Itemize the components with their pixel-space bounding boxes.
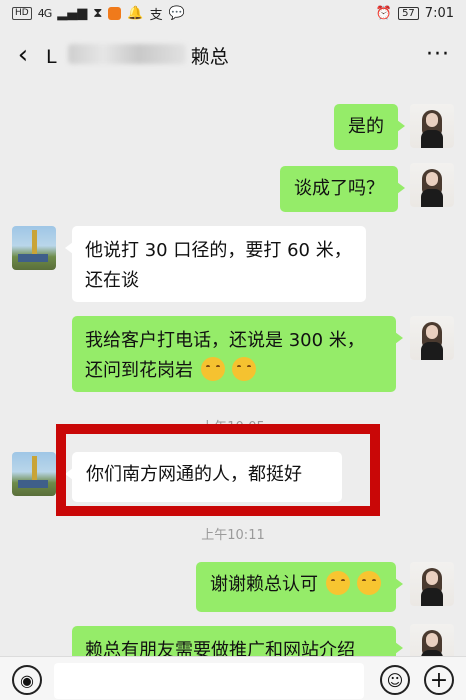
- voice-icon[interactable]: ◉: [12, 665, 42, 695]
- message-text-line: 还问到花岗岩: [85, 360, 193, 381]
- message-text-line: 我给客户打电话，还说是 300 米，: [85, 330, 365, 351]
- alipay-icon: 支: [149, 7, 163, 23]
- timestamp: 上午10:11: [201, 528, 265, 543]
- my-avatar[interactable]: [410, 316, 454, 360]
- chat-title: L 赖总: [46, 42, 229, 69]
- message-bubble-incoming[interactable]: 他说打 30 口径的，要打 60 米， 还在谈: [65, 226, 366, 302]
- chat-notification-icon: 💬: [168, 5, 185, 21]
- message-text-line: 他说打 30 口径的，要打 60 米，: [85, 240, 352, 261]
- message-text: 谢谢赖总认可: [210, 574, 318, 595]
- smile-emoji-icon: [325, 571, 350, 595]
- chevron-left-icon[interactable]: ‹: [0, 40, 46, 70]
- message-bubble-incoming[interactable]: 你们南方网通的人，都挺好: [65, 452, 342, 502]
- hourglass-icon: ⧗: [93, 5, 103, 21]
- my-avatar[interactable]: [410, 163, 454, 207]
- status-bar: HD 4G ▂▄▆ ⧗ 🔔 支 💬 ⏰ 57 7:01: [0, 0, 466, 26]
- chat-header: ‹ L 赖总 ···: [0, 26, 466, 84]
- message-text: 你们南方网通的人，都挺好: [86, 464, 302, 485]
- more-dots-icon[interactable]: ···: [426, 42, 450, 67]
- bell-icon: 🔔: [127, 5, 144, 21]
- blurred-name: [68, 43, 186, 64]
- message-bubble-outgoing[interactable]: 是的: [334, 104, 405, 150]
- message-input[interactable]: [54, 663, 364, 699]
- message-bubble-outgoing[interactable]: 谢谢赖总认可: [196, 562, 403, 612]
- app-notification-icon: [108, 6, 122, 20]
- laugh-cry-emoji-icon: [232, 357, 257, 381]
- smile-emoji-icon: [357, 571, 382, 595]
- message-text-line: 还在谈: [85, 270, 139, 291]
- contact-avatar[interactable]: [12, 226, 56, 270]
- alarm-icon: ⏰: [375, 5, 393, 21]
- message-bubble-outgoing[interactable]: 谈成了吗？: [280, 166, 405, 212]
- clock: 7:01: [424, 5, 454, 21]
- title-suffix: 赖总: [190, 45, 229, 68]
- network-label: 4G: [37, 6, 52, 20]
- message-text: 是的: [348, 116, 384, 137]
- input-bar: ◉ ☺ +: [0, 656, 466, 700]
- hd-badge: HD: [12, 6, 32, 20]
- message-text: 谈成了吗？: [294, 178, 384, 199]
- plus-icon[interactable]: +: [424, 665, 454, 695]
- my-avatar[interactable]: [410, 104, 454, 148]
- timestamp: 上午10:05: [201, 420, 265, 435]
- battery-indicator: 57: [398, 6, 419, 20]
- title-prefix: L: [46, 45, 57, 68]
- message-bubble-outgoing[interactable]: 我给客户打电话，还说是 300 米， 还问到花岗岩: [72, 316, 403, 392]
- contact-avatar[interactable]: [12, 452, 56, 496]
- my-avatar[interactable]: [410, 562, 454, 606]
- laugh-cry-emoji-icon: [200, 357, 225, 381]
- signal-icon: ▂▄▆: [57, 5, 88, 21]
- emoji-icon[interactable]: ☺: [380, 665, 410, 695]
